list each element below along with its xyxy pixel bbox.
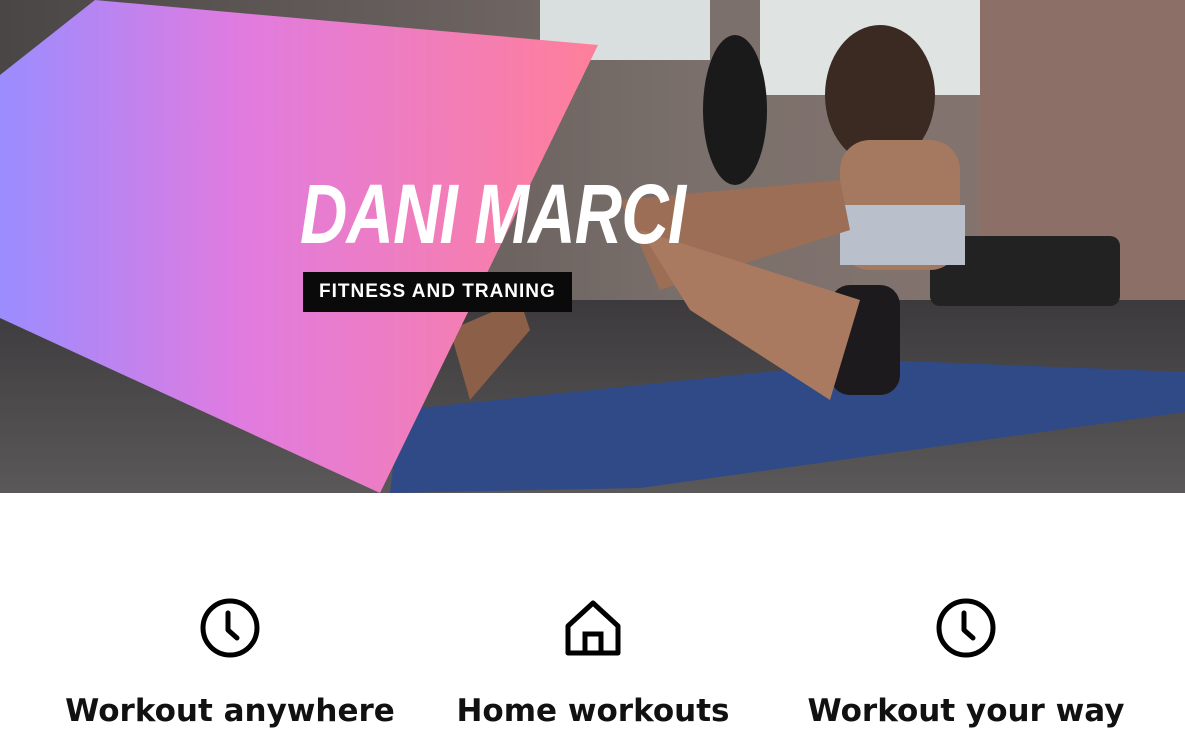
hero-banner: DANI MARCI FITNESS AND TRANING <box>0 0 1185 493</box>
feature-title: Workout your way <box>807 693 1125 729</box>
feature-title: Home workouts <box>456 693 730 729</box>
brand-title: DANI MARCI <box>300 167 686 261</box>
features-section: Workout anywhere Home workouts Workout y… <box>0 493 1185 735</box>
feature-home-workouts: Home workouts <box>403 597 783 729</box>
home-icon <box>565 600 621 656</box>
clock-icon <box>936 598 996 658</box>
feature-title: Workout anywhere <box>65 693 395 729</box>
feature-workout-anywhere: Workout anywhere <box>40 597 420 729</box>
feature-workout-your-way: Workout your way <box>776 597 1156 729</box>
brand-tagline: FITNESS AND TRANING <box>303 272 572 312</box>
clock-icon <box>200 598 260 658</box>
